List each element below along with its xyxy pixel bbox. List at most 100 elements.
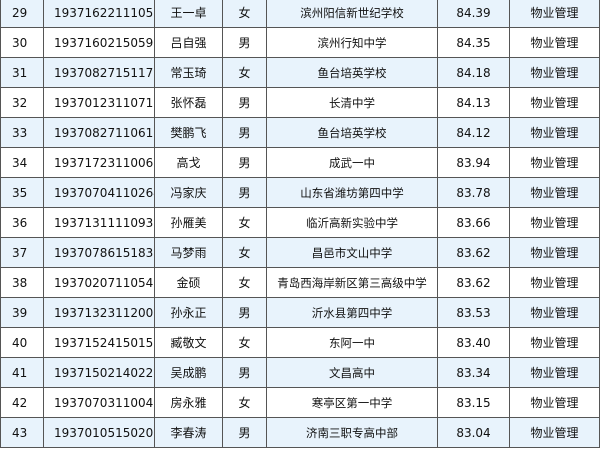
score-cell: 84.12 (437, 117, 510, 148)
major-cell: 物业管理 (509, 387, 600, 418)
gender-cell: 女 (222, 57, 267, 88)
student-name-cell: 房永雅 (154, 387, 223, 418)
rank-cell: 40 (0, 327, 44, 358)
table-row: 43 19370105150207 李春涛男济南三职专高中部 83.04 物业管理 (0, 417, 600, 448)
major-cell: 物业管理 (509, 207, 600, 238)
school-cell: 昌邑市文山中学 (266, 237, 438, 268)
student-name-cell: 张怀磊 (154, 87, 223, 118)
table-row: 33 19370827110619 樊鹏飞男鱼台培英学校 84.12 物业管理 (0, 117, 600, 148)
candidate-id-cell: 19371602150591 (43, 27, 155, 58)
table-row: 35 19370704110264 冯家庆男山东省潍坊第四中学 83.78 物业管理 (0, 177, 600, 208)
school-cell: 成武一中 (266, 147, 438, 178)
candidate-id-cell: 19370207110546 (43, 267, 155, 298)
score-cell: 83.15 (437, 387, 510, 418)
candidate-id-cell: 19371502140229 (43, 357, 155, 388)
rank-cell: 32 (0, 87, 44, 118)
table-row: 30 19371602150591 吕自强男滨州行知中学 84.35 物业管理 (0, 27, 600, 58)
rank-cell: 30 (0, 27, 44, 58)
table-row: 32 19370123110718 张怀磊男长清中学 84.13 物业管理 (0, 87, 600, 118)
candidate-id-cell: 19371311110930 (43, 207, 155, 238)
school-cell: 山东省潍坊第四中学 (266, 177, 438, 208)
candidate-id-cell: 19370786151838 (43, 237, 155, 268)
table-row: 41 19371502140229 吴成鹏男文昌高中 83.34 物业管理 (0, 357, 600, 388)
school-cell: 济南三职专高中部 (266, 417, 438, 448)
school-cell: 文昌高中 (266, 357, 438, 388)
score-cell: 83.53 (437, 297, 510, 328)
candidate-id-cell: 19371723110069 (43, 147, 155, 178)
school-cell: 东阿一中 (266, 327, 438, 358)
student-name-cell: 樊鹏飞 (154, 117, 223, 148)
gender-cell: 男 (222, 417, 267, 448)
score-cell: 83.66 (437, 207, 510, 238)
score-cell: 83.62 (437, 267, 510, 298)
gender-cell: 女 (222, 237, 267, 268)
candidate-id-cell: 19371524150152 (43, 327, 155, 358)
score-cell: 83.34 (437, 357, 510, 388)
major-cell: 物业管理 (509, 27, 600, 58)
candidate-id-cell: 19370123110718 (43, 87, 155, 118)
gender-cell: 女 (222, 0, 267, 28)
rank-cell: 29 (0, 0, 44, 28)
table-body: 29 19371622111050 王一卓女滨州阳信新世纪学校 84.39 物业管理 30… (0, 0, 600, 448)
rank-cell: 33 (0, 117, 44, 148)
rank-cell: 35 (0, 177, 44, 208)
student-name-cell: 常玉琦 (154, 57, 223, 88)
major-cell: 物业管理 (509, 117, 600, 148)
school-cell: 滨州行知中学 (266, 27, 438, 58)
school-cell: 鱼台培英学校 (266, 117, 438, 148)
major-cell: 物业管理 (509, 177, 600, 208)
student-name-cell: 李春涛 (154, 417, 223, 448)
score-cell: 83.04 (437, 417, 510, 448)
school-cell: 临沂高新实验中学 (266, 207, 438, 238)
school-cell: 鱼台培英学校 (266, 57, 438, 88)
gender-cell: 女 (222, 267, 267, 298)
table-row: 29 19371622111050 王一卓女滨州阳信新世纪学校 84.39 物业管理 (0, 0, 600, 28)
major-cell: 物业管理 (509, 417, 600, 448)
table-row: 40 19371524150152 臧敬文女东阿一中 83.40 物业管理 (0, 327, 600, 358)
school-cell: 沂水县第四中学 (266, 297, 438, 328)
student-name-cell: 吴成鹏 (154, 357, 223, 388)
candidate-id-cell: 19370827110619 (43, 117, 155, 148)
major-cell: 物业管理 (509, 237, 600, 268)
rank-cell: 36 (0, 207, 44, 238)
score-cell: 84.39 (437, 0, 510, 28)
student-name-cell: 王一卓 (154, 0, 223, 28)
table-row: 39 19371323112006 孙永正男沂水县第四中学 83.53 物业管理 (0, 297, 600, 328)
table-row: 37 19370786151838 马梦雨女昌邑市文山中学 83.62 物业管理 (0, 237, 600, 268)
rank-cell: 39 (0, 297, 44, 328)
major-cell: 物业管理 (509, 357, 600, 388)
gender-cell: 男 (222, 147, 267, 178)
gender-cell: 男 (222, 297, 267, 328)
candidate-id-cell: 19370703110048 (43, 387, 155, 418)
candidate-id-cell: 19370105150207 (43, 417, 155, 448)
student-name-cell: 孙永正 (154, 297, 223, 328)
major-cell: 物业管理 (509, 297, 600, 328)
major-cell: 物业管理 (509, 57, 600, 88)
rank-cell: 42 (0, 387, 44, 418)
candidate-id-cell: 19371622111050 (43, 0, 155, 28)
table-row: 36 19371311110930 孙雁美女临沂高新实验中学 83.66 物业管理 (0, 207, 600, 238)
school-cell: 滨州阳信新世纪学校 (266, 0, 438, 28)
score-cell: 83.62 (437, 237, 510, 268)
student-name-cell: 吕自强 (154, 27, 223, 58)
major-cell: 物业管理 (509, 267, 600, 298)
candidate-id-cell: 19370827151172 (43, 57, 155, 88)
rank-cell: 31 (0, 57, 44, 88)
table-row: 31 19370827151172 常玉琦女鱼台培英学校 84.18 物业管理 (0, 57, 600, 88)
rank-cell: 41 (0, 357, 44, 388)
candidate-id-cell: 19371323112006 (43, 297, 155, 328)
student-name-cell: 冯家庆 (154, 177, 223, 208)
candidate-id-cell: 19370704110264 (43, 177, 155, 208)
score-cell: 83.40 (437, 327, 510, 358)
rank-cell: 37 (0, 237, 44, 268)
rank-cell: 38 (0, 267, 44, 298)
gender-cell: 女 (222, 207, 267, 238)
admission-results-table: 29 19371622111050 王一卓女滨州阳信新世纪学校 84.39 物业管理 30… (0, 0, 600, 448)
student-name-cell: 金硕 (154, 267, 223, 298)
student-name-cell: 孙雁美 (154, 207, 223, 238)
gender-cell: 男 (222, 27, 267, 58)
student-name-cell: 臧敬文 (154, 327, 223, 358)
table-row: 42 19370703110048 房永雅女寒亭区第一中学 83.15 物业管理 (0, 387, 600, 418)
gender-cell: 男 (222, 117, 267, 148)
rank-cell: 34 (0, 147, 44, 178)
